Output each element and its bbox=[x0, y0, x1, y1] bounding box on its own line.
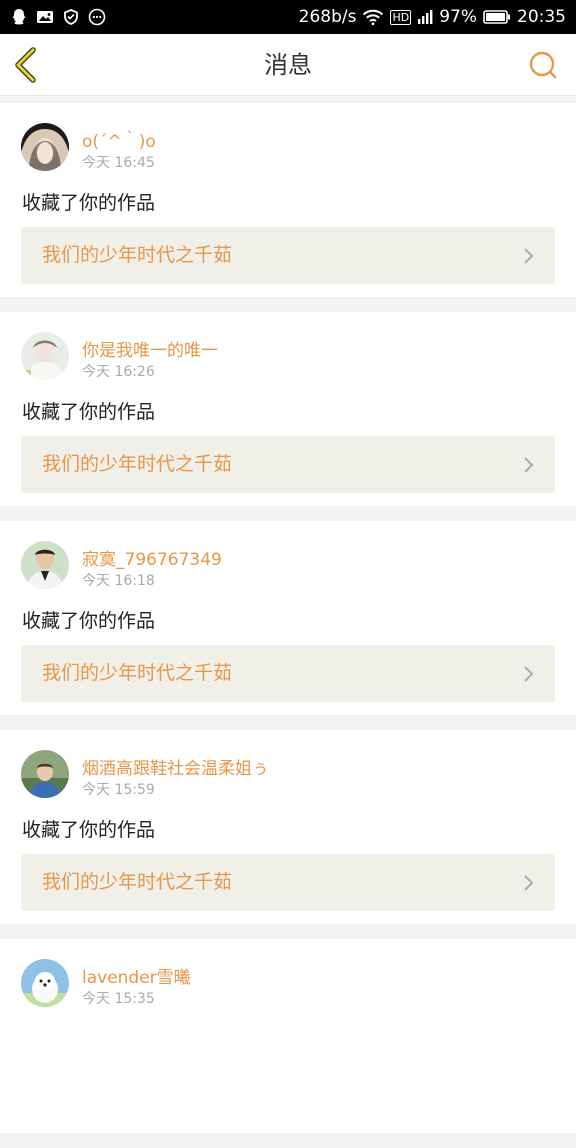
action-text: 收藏了你的作品 bbox=[22, 401, 156, 423]
search-button[interactable] bbox=[528, 50, 558, 80]
work-title: 我们的少年时代之千茹 bbox=[42, 453, 233, 475]
work-link[interactable]: 我们的少年时代之千茹 bbox=[21, 854, 555, 911]
work-link[interactable]: 我们的少年时代之千茹 bbox=[21, 436, 555, 493]
status-bar-left bbox=[10, 8, 106, 26]
user-name[interactable]: 烟酒高跟鞋社会温柔姐ぅ bbox=[82, 754, 269, 779]
battery-icon bbox=[483, 8, 511, 26]
net-speed: 268b/s bbox=[298, 7, 357, 27]
user-name[interactable]: 寂寞_796767349 bbox=[82, 545, 222, 570]
avatar[interactable] bbox=[21, 750, 69, 798]
qq-icon bbox=[10, 8, 28, 26]
user-name[interactable]: o(´^｀)o bbox=[82, 127, 156, 152]
wifi-icon bbox=[362, 8, 384, 26]
action-text: 收藏了你的作品 bbox=[22, 192, 156, 214]
page-title: 消息 bbox=[264, 51, 312, 79]
message-card: o(´^｀)o 今天 16:45 收藏了你的作品 我们的少年时代之千茹 bbox=[0, 103, 576, 297]
message-card: 你是我唯一的唯一 今天 16:26 收藏了你的作品 我们的少年时代之千茹 bbox=[0, 312, 576, 506]
message-card: lavender雪曦 今天 15:35 bbox=[0, 939, 576, 1133]
timestamp: 今天 15:59 bbox=[82, 782, 155, 798]
message-card: 寂寞_796767349 今天 16:18 收藏了你的作品 我们的少年时代之千茹 bbox=[0, 521, 576, 715]
message-icon bbox=[88, 8, 106, 26]
clock: 20:35 bbox=[517, 7, 566, 27]
chevron-right-icon bbox=[524, 457, 534, 473]
action-text: 收藏了你的作品 bbox=[22, 610, 156, 632]
avatar[interactable] bbox=[21, 332, 69, 380]
chevron-right-icon bbox=[524, 248, 534, 264]
message-list: o(´^｀)o 今天 16:45 收藏了你的作品 我们的少年时代之千茹 你是我唯… bbox=[0, 103, 576, 1148]
avatar[interactable] bbox=[21, 541, 69, 589]
chevron-right-icon bbox=[524, 875, 534, 891]
user-name[interactable]: 你是我唯一的唯一 bbox=[82, 336, 218, 361]
work-link[interactable]: 我们的少年时代之千茹 bbox=[21, 227, 555, 284]
chevron-right-icon bbox=[524, 666, 534, 682]
work-title: 我们的少年时代之千茹 bbox=[42, 244, 233, 266]
status-bar: 268b/s HD 97% 20:35 bbox=[0, 0, 576, 34]
avatar[interactable] bbox=[21, 959, 69, 1007]
work-title: 我们的少年时代之千茹 bbox=[42, 662, 233, 684]
user-name[interactable]: lavender雪曦 bbox=[82, 963, 191, 988]
battery-percent: 97% bbox=[439, 7, 477, 27]
search-icon bbox=[529, 51, 557, 79]
work-title: 我们的少年时代之千茹 bbox=[42, 871, 233, 893]
timestamp: 今天 16:45 bbox=[82, 155, 155, 171]
image-icon bbox=[36, 8, 54, 26]
signal-icon bbox=[417, 8, 433, 26]
timestamp: 今天 16:18 bbox=[82, 573, 155, 589]
work-link[interactable]: 我们的少年时代之千茹 bbox=[21, 645, 555, 702]
timestamp: 今天 16:26 bbox=[82, 364, 155, 380]
avatar[interactable] bbox=[21, 123, 69, 171]
hd-badge: HD bbox=[390, 9, 412, 25]
action-text: 收藏了你的作品 bbox=[22, 819, 156, 841]
timestamp: 今天 15:35 bbox=[82, 991, 155, 1007]
message-card: 烟酒高跟鞋社会温柔姐ぅ 今天 15:59 收藏了你的作品 我们的少年时代之千茹 bbox=[0, 730, 576, 924]
vpn-icon bbox=[62, 8, 80, 26]
status-bar-right: 268b/s HD 97% 20:35 bbox=[299, 7, 566, 27]
top-nav-bar: 消息 bbox=[0, 34, 576, 96]
